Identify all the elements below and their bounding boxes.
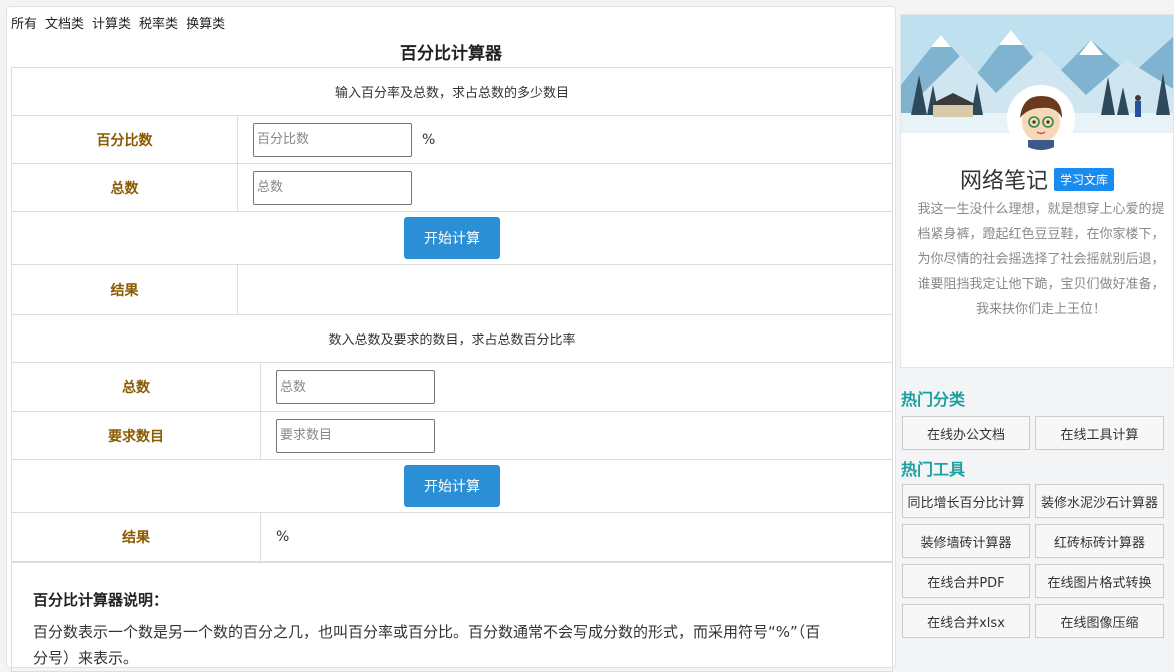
profile-motto: 我这一生没什么理想，就是想穿上心爱的提档紧身裤，蹬起红色豆豆鞋，在你家楼下，为你… — [917, 202, 1165, 317]
calc2-total-label: 总数 — [12, 363, 261, 411]
calc1-row-percent: 百分比数 % — [11, 116, 893, 164]
category-nav: 所有 文档类 计算类 税率类 换算类 — [11, 13, 233, 32]
hot-categories-title: 热门分类 — [901, 390, 966, 409]
calc1-button-row: 开始计算 — [11, 212, 893, 265]
nav-all[interactable]: 所有 — [11, 17, 37, 32]
calc2-row-total: 总数 — [11, 363, 893, 412]
category-office-docs[interactable]: 在线办公文档 — [902, 416, 1030, 450]
tool-cement-sand[interactable]: 装修水泥沙石计算器 — [1035, 484, 1164, 518]
calc2-button-row: 开始计算 — [11, 460, 893, 513]
calc1-percent-label: 百分比数 — [12, 116, 238, 163]
page-title: 百分比计算器 — [400, 44, 502, 64]
calc2-result-label: 结果 — [12, 513, 261, 561]
nav-docs[interactable]: 文档类 — [45, 17, 84, 32]
percent-input[interactable] — [253, 122, 412, 157]
calc2-result-value: % — [276, 529, 290, 545]
required-count-input[interactable] — [276, 418, 435, 453]
main-panel: 所有 文档类 计算类 税率类 换算类 百分比计算器 输入百分率及总数，求占总数的多少数目… — [6, 6, 896, 672]
category-tool-calc[interactable]: 在线工具计算 — [1035, 416, 1164, 450]
site-name: 网络笔记 学习文库 — [901, 163, 1173, 195]
calc1-result-row: 结果 — [11, 265, 893, 315]
hot-tools-title: 热门工具 — [901, 460, 966, 479]
tool-image-convert[interactable]: 在线图片格式转换 — [1035, 564, 1164, 598]
calc1-total-label: 总数 — [12, 164, 238, 211]
tool-red-brick[interactable]: 红砖标砖计算器 — [1035, 524, 1164, 558]
calc1-result-label: 结果 — [12, 265, 238, 314]
site-name-text: 网络笔记 — [959, 169, 1048, 194]
nav-tax[interactable]: 税率类 — [139, 17, 178, 32]
description-text: 百分数表示一个数是另一个数的百分之几，也叫百分率或百分比。百分数通常不会写成分数… — [33, 623, 821, 667]
profile-card: 网络笔记 学习文库 我这一生没什么理想，就是想穿上心爱的提档紧身裤，蹬起红色豆豆… — [900, 14, 1174, 368]
calc2-total-input[interactable] — [276, 370, 435, 404]
calc1-heading: 输入百分率及总数，求占总数的多少数目 — [11, 68, 893, 116]
tool-merge-pdf[interactable]: 在线合并PDF — [902, 564, 1030, 598]
percent-unit: % — [422, 131, 436, 148]
avatar — [1007, 85, 1075, 153]
tool-image-compress[interactable]: 在线图像压缩 — [1035, 604, 1164, 638]
calc2-start-button[interactable]: 开始计算 — [404, 465, 500, 507]
calc2-required-label: 要求数目 — [12, 412, 261, 459]
calc1-total-input[interactable] — [253, 170, 412, 205]
description-title: 百分比计算器说明： — [33, 591, 169, 609]
tool-merge-xlsx[interactable]: 在线合并xlsx — [902, 604, 1030, 638]
library-badge[interactable]: 学习文库 — [1054, 167, 1115, 191]
calculator-table: 输入百分率及总数，求占总数的多少数目 百分比数 % 总数 开始计算 结果 数入总… — [11, 67, 893, 562]
tool-wall-tile[interactable]: 装修墙砖计算器 — [902, 524, 1030, 558]
calc2-result-row: 结果 % — [11, 513, 893, 562]
nav-calc[interactable]: 计算类 — [92, 17, 131, 32]
calc1-row-total: 总数 — [11, 164, 893, 212]
calc2-heading: 数入总数及要求的数目，求占总数百分比率 — [11, 315, 893, 363]
calc2-row-required: 要求数目 — [11, 412, 893, 460]
tool-yoy-growth[interactable]: 同比增长百分比计算 — [902, 484, 1030, 518]
nav-convert[interactable]: 换算类 — [186, 17, 225, 32]
calc1-start-button[interactable]: 开始计算 — [404, 217, 500, 259]
avatar-face-icon — [1010, 88, 1072, 150]
